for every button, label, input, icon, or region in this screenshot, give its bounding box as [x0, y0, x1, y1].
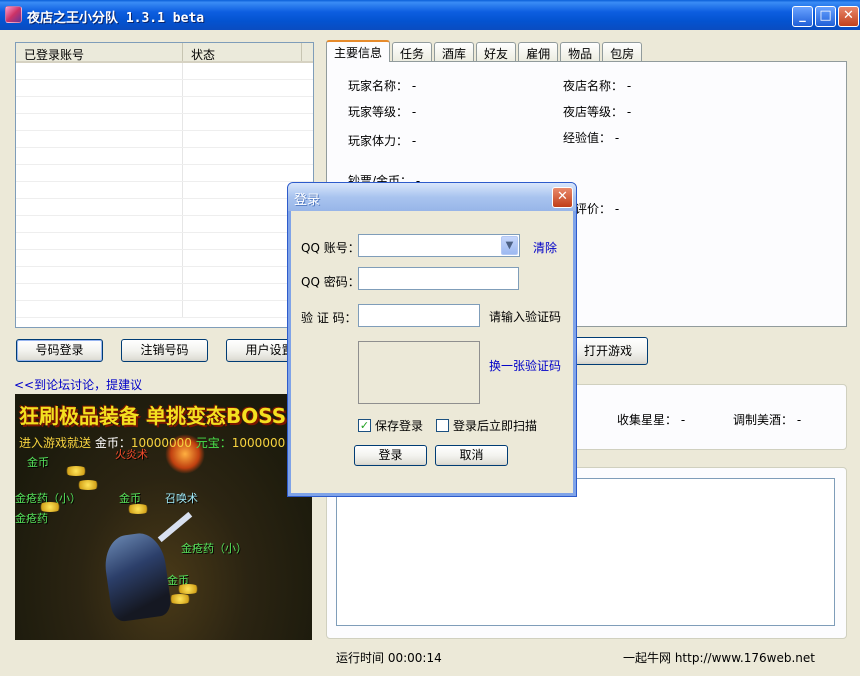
table-row	[16, 233, 313, 250]
column-header-status[interactable]: 状态	[183, 43, 302, 62]
check-icon: ✓	[358, 419, 371, 432]
column-header-account[interactable]: 已登录账号	[16, 43, 183, 62]
club-level: 夜店等级： -	[563, 105, 632, 119]
tab-items[interactable]: 物品	[560, 42, 601, 62]
login-dialog-close-button[interactable]: ✕	[552, 187, 573, 208]
window-title: 夜店之王小分队 1.3.1 beta	[27, 11, 205, 26]
coin-pile	[125, 504, 151, 514]
maximize-button[interactable]: □	[815, 6, 836, 27]
coin-pile	[37, 502, 63, 512]
runtime-status: 运行时间 00:00:14	[336, 651, 442, 665]
tab-hire[interactable]: 雇佣	[518, 42, 559, 62]
player-level: 玩家等级： -	[348, 105, 417, 119]
table-row	[16, 165, 313, 182]
tab-wine-cellar[interactable]: 酒库	[434, 42, 475, 62]
scan-after-login-label: 登录后立即扫描	[453, 419, 538, 433]
scan-after-login-checkbox[interactable]: 登录后立即扫描	[436, 417, 537, 434]
ad-item-label: 召唤术	[165, 492, 198, 505]
captcha-label: 验 证 码：	[301, 311, 357, 325]
captcha-hint: 请输入验证码	[489, 310, 562, 324]
table-row	[16, 216, 313, 233]
ad-yuanbao-value: 1000000	[231, 436, 286, 450]
stars-collected: 收集星星： -	[617, 413, 686, 427]
qq-account-label: QQ 账号：	[301, 241, 360, 255]
player-stamina: 玩家体力： -	[348, 134, 417, 148]
forum-link[interactable]: <<到论坛讨论，提建议	[14, 376, 142, 393]
hero-character	[101, 530, 173, 623]
dialog-login-button[interactable]: 登录	[354, 445, 427, 466]
game-ad-banner[interactable]: 狂刷极品装备 单挑变态BOSS 进入游戏就送 金币：10000000 元宝：10…	[15, 394, 312, 640]
table-row	[16, 182, 313, 199]
qq-password-input[interactable]	[358, 267, 519, 290]
coin-pile	[175, 584, 201, 594]
captcha-input[interactable]	[358, 304, 480, 327]
login-dialog-title: 登录	[294, 193, 321, 208]
ad-item-label: 金币	[27, 456, 49, 469]
table-row	[16, 97, 313, 114]
qq-account-combobox[interactable]: ▼	[358, 234, 520, 257]
ad-yuanbao-label: 元宝：	[195, 436, 232, 450]
captcha-image[interactable]	[358, 341, 480, 404]
login-dialog-title-bar[interactable]: 登录	[288, 183, 576, 211]
ad-headline: 狂刷极品装备 单挑变态BOSS	[19, 404, 287, 428]
login-dialog-body: QQ 账号： ▼ 清除 QQ 密码： 验 证 码： 请输入验证码 换一张验证码 …	[291, 211, 573, 493]
table-row	[16, 301, 313, 318]
table-row	[16, 267, 313, 284]
table-row	[16, 80, 313, 97]
close-button[interactable]: ✕	[838, 6, 859, 27]
coin-pile	[63, 466, 89, 476]
logout-number-button[interactable]: 注销号码	[121, 339, 208, 362]
coin-pile	[167, 594, 193, 604]
chevron-down-icon[interactable]: ▼	[501, 236, 518, 255]
ad-item-label: 金疮药	[15, 512, 48, 525]
account-list[interactable]: 已登录账号 状态	[15, 42, 314, 328]
ad-promo-line: 进入游戏就送 金币：10000000 元宝：1000000	[19, 434, 285, 451]
club-name: 夜店名称： -	[563, 79, 632, 93]
ad-enter-text: 进入游戏就送	[19, 436, 92, 450]
table-row	[16, 114, 313, 131]
login-dialog: 登录 ✕ QQ 账号： ▼ 清除 QQ 密码： 验 证 码： 请输入验证码 换一…	[287, 182, 577, 497]
experience: 经验值： -	[563, 131, 620, 145]
account-list-rows	[16, 63, 313, 318]
checkbox-empty-icon	[436, 419, 449, 432]
tab-strip: 主要信息 任务 酒库 好友 雇佣 物品 包房	[326, 40, 644, 62]
tab-private-room[interactable]: 包房	[602, 42, 643, 62]
ad-item-label: 金疮药（小）	[181, 542, 247, 555]
minimize-button[interactable]: _	[792, 6, 813, 27]
qq-password-label: QQ 密码：	[301, 275, 360, 289]
ad-item-label: 火炎术	[115, 448, 148, 461]
account-list-header: 已登录账号 状态	[16, 43, 313, 63]
save-login-label: 保存登录	[375, 419, 424, 433]
login-number-button[interactable]: 号码登录	[16, 339, 103, 362]
dialog-cancel-button[interactable]: 取消	[435, 445, 508, 466]
save-login-checkbox[interactable]: ✓ 保存登录	[358, 417, 423, 434]
table-row	[16, 63, 313, 80]
tab-friends[interactable]: 好友	[476, 42, 517, 62]
log-output[interactable]	[336, 478, 835, 626]
sword-graphic	[157, 511, 193, 543]
table-row	[16, 284, 313, 301]
app-icon	[5, 6, 22, 23]
table-row	[16, 148, 313, 165]
table-row	[16, 131, 313, 148]
coin-pile	[75, 480, 101, 490]
start-game-button[interactable]: 打开游戏	[568, 337, 648, 365]
window-title-bar[interactable]: 夜店之王小分队 1.3.1 beta _ □ ✕	[0, 0, 860, 30]
clear-link[interactable]: 清除	[533, 239, 557, 256]
tab-tasks[interactable]: 任务	[392, 42, 433, 62]
site-link[interactable]: 一起牛网 http://www.176web.net	[623, 649, 815, 666]
change-captcha-link[interactable]: 换一张验证码	[489, 357, 561, 374]
wine-brewed: 调制美酒： -	[733, 413, 802, 427]
player-name: 玩家名称： -	[348, 79, 417, 93]
tab-main-info[interactable]: 主要信息	[326, 40, 391, 62]
table-row	[16, 250, 313, 267]
table-row	[16, 199, 313, 216]
